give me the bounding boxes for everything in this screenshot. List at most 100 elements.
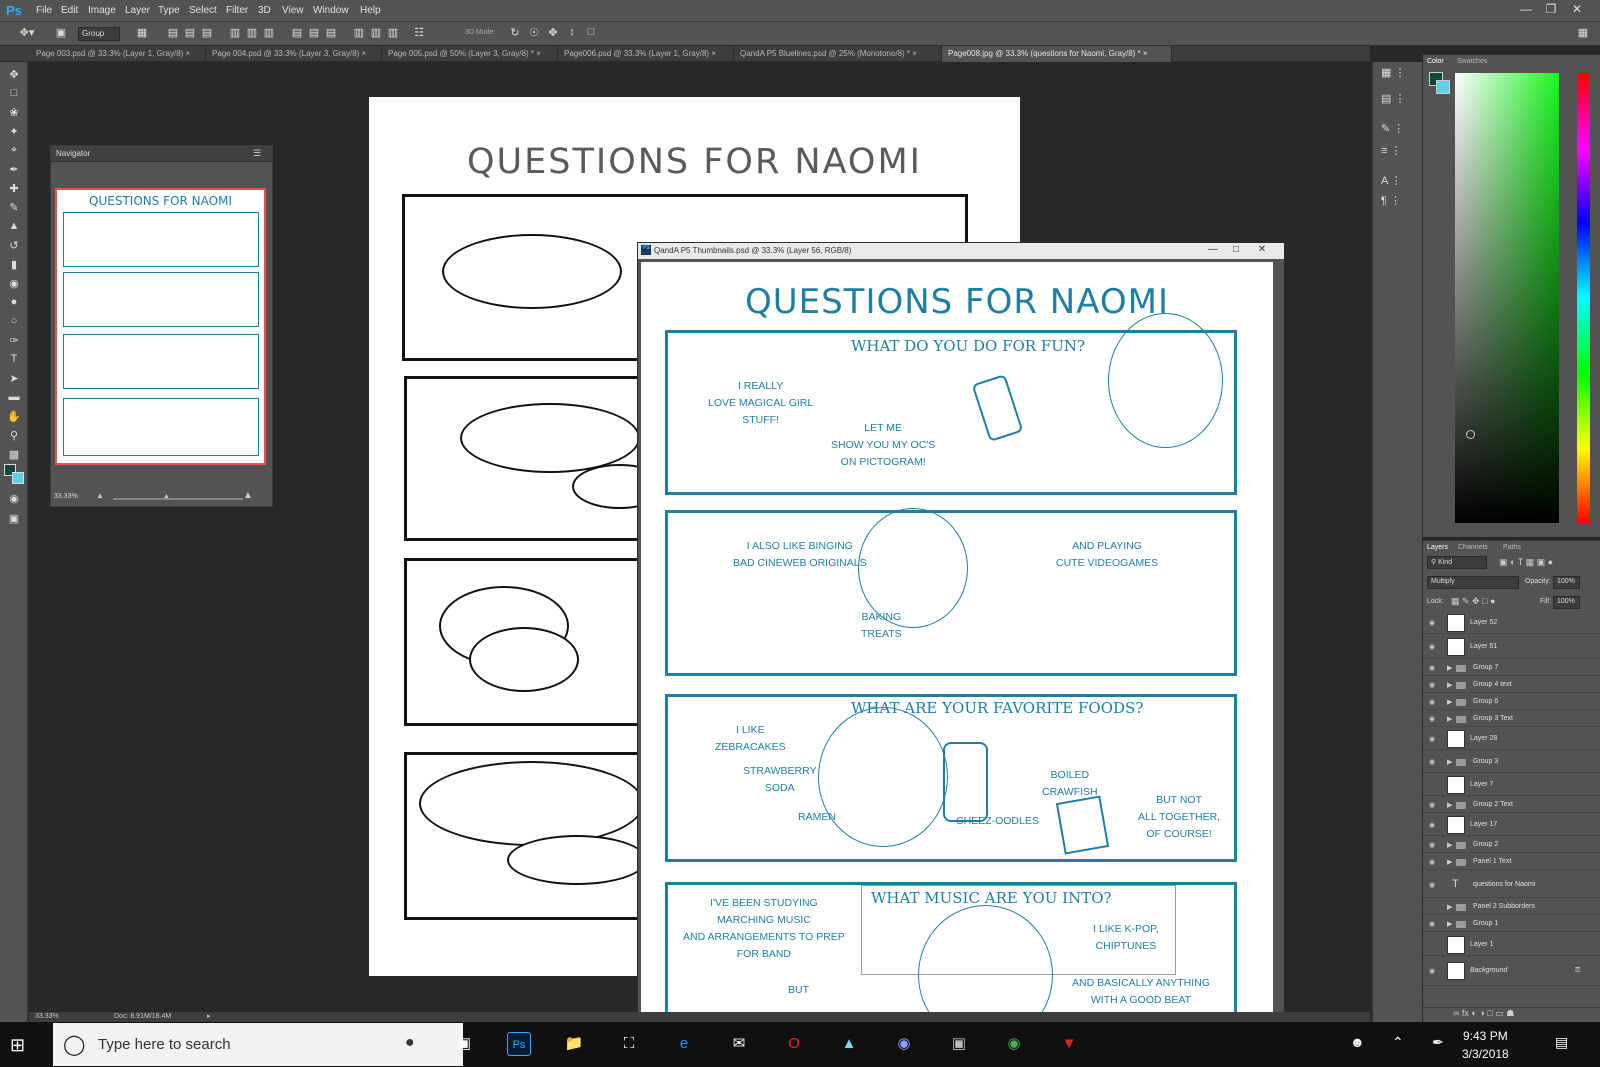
photoshop-taskbar-icon[interactable]: Ps [507, 1032, 531, 1056]
layer-row[interactable]: Layer 7 [1423, 773, 1600, 796]
status-menu-arrow-icon[interactable]: ▸ [207, 1012, 211, 1020]
character-panel-icon[interactable]: A ⋮ [1381, 174, 1415, 190]
menu-view[interactable]: View [282, 5, 304, 16]
path-selection-tool-icon[interactable]: ➤ [5, 372, 23, 388]
layer-row[interactable]: ◉ Layer 17 [1423, 813, 1600, 836]
crop-tool-icon[interactable]: ⌖ [5, 144, 23, 160]
visibility-eye-icon[interactable]: ◉ [1429, 643, 1435, 651]
expand-arrow-icon[interactable]: ▶ [1447, 698, 1452, 706]
document-window-titlebar[interactable]: Ps QandA P5 Thumbnails.psd @ 33.3% (Laye… [638, 243, 1284, 259]
magic-wand-tool-icon[interactable]: ✦ [5, 125, 23, 141]
distribute-left-icon[interactable]: ▥ [352, 26, 366, 42]
auto-select-icon[interactable]: ▣ [52, 26, 70, 42]
tab-close-icon[interactable]: × [711, 49, 716, 58]
align-top-icon[interactable]: ▤ [166, 26, 180, 42]
layer-row[interactable]: ▶ Panel 2 Subborders [1423, 898, 1600, 915]
layer-row[interactable]: ◉ Background ⚿ [1423, 956, 1600, 986]
tab-page-008[interactable]: Page008.jpg @ 33.3% (questions for Naomi… [942, 46, 1172, 62]
discord-icon[interactable]: ◉ [892, 1032, 916, 1056]
opera-icon[interactable]: O [782, 1032, 806, 1056]
visibility-eye-icon[interactable]: ◉ [1429, 698, 1435, 706]
move-tool-icon[interactable]: ✥ [5, 68, 23, 84]
3d-slide-icon[interactable]: ↕ [565, 26, 579, 42]
hue-slider[interactable] [1577, 73, 1590, 523]
3d-roll-icon[interactable]: ☉ [527, 26, 541, 42]
windows-start-icon[interactable]: ⊞ [10, 1035, 25, 1056]
expand-arrow-icon[interactable]: ▶ [1447, 758, 1452, 766]
lock-icons[interactable]: ▦ ✎ ✥ □ ● [1451, 596, 1495, 607]
expand-arrow-icon[interactable]: ▶ [1447, 681, 1452, 689]
brush-tool-icon[interactable]: ✎ [5, 201, 23, 217]
navigator-header[interactable]: Navigator ☰ [51, 146, 272, 162]
expand-arrow-icon[interactable]: ▶ [1447, 664, 1452, 672]
minimize-icon[interactable]: — [1515, 2, 1537, 18]
background-color-swatch[interactable] [12, 472, 24, 484]
expand-arrow-icon[interactable]: ▶ [1447, 920, 1452, 928]
restore-icon[interactable]: ❐ [1540, 2, 1562, 18]
properties-panel-icon[interactable]: ▤ ⋮ [1381, 92, 1415, 108]
menu-type[interactable]: Type [158, 5, 180, 16]
layer-row[interactable]: ◉ Tquestions for Naomi [1423, 871, 1600, 898]
layer-row[interactable]: ◉ ▶ Group 4 text [1423, 676, 1600, 693]
tab-qanda-bluelines[interactable]: QandA P5 Bluelines.psd @ 25% (Monotone/8… [734, 46, 942, 62]
rectangle-tool-icon[interactable]: ▬ [5, 391, 23, 407]
menu-image[interactable]: Image [88, 5, 116, 16]
visibility-eye-icon[interactable]: ◉ [1429, 664, 1435, 672]
align-middle-icon[interactable]: ▤ [183, 26, 197, 42]
align-right-icon[interactable]: ▥ [262, 26, 276, 42]
blur-tool-icon[interactable]: ● [5, 296, 23, 312]
navigator-preview[interactable]: QUESTIONS FOR NAOMI [55, 188, 266, 465]
marquee-tool-icon[interactable]: □ [5, 87, 23, 103]
doc-close-icon[interactable]: ✕ [1252, 244, 1272, 258]
distribute-bottom-icon[interactable]: ▤ [324, 26, 338, 42]
menu-window[interactable]: Window [313, 5, 349, 16]
menu-3d[interactable]: 3D [258, 5, 271, 16]
visibility-eye-icon[interactable]: ◉ [1429, 715, 1435, 723]
brush-panel-icon[interactable]: ✎ ⋮ [1381, 122, 1415, 138]
menu-filter[interactable]: Filter [226, 5, 248, 16]
pen-tool-icon[interactable]: ✑ [5, 334, 23, 350]
paragraph-panel-icon[interactable]: ¶ ⋮ [1381, 194, 1415, 210]
distribute-middle-icon[interactable]: ▤ [307, 26, 321, 42]
layer-row[interactable]: ◉ ▶ Group 7 [1423, 659, 1600, 676]
tab-channels[interactable]: Channels [1458, 544, 1488, 551]
align-center-icon[interactable]: ▥ [245, 26, 259, 42]
navigator-zoom-value[interactable]: 33.33% [54, 493, 78, 500]
eraser-tool-icon[interactable]: ▮ [5, 258, 23, 274]
menu-layer[interactable]: Layer [125, 5, 150, 16]
microphone-icon[interactable]: ● [405, 1034, 415, 1052]
tab-page-004[interactable]: Page 004.psd @ 33.3% (Layer 3, Gray/8) × [206, 46, 382, 62]
distribute-center-icon[interactable]: ▥ [369, 26, 383, 42]
zoom-tool-icon[interactable]: ⚲ [5, 429, 23, 445]
layer-row[interactable]: ◉ ▶ Group 3 [1423, 750, 1600, 773]
distribute-top-icon[interactable]: ▤ [290, 26, 304, 42]
doc-maximize-icon[interactable]: □ [1226, 244, 1246, 258]
visibility-eye-icon[interactable]: ◉ [1429, 681, 1435, 689]
tab-swatches[interactable]: Swatches [1457, 58, 1487, 65]
navigator-zoom-slider[interactable] [113, 498, 243, 500]
visibility-eye-icon[interactable]: ◉ [1429, 920, 1435, 928]
show-hidden-icons-icon[interactable]: ⌃ [1392, 1034, 1404, 1051]
expand-arrow-icon[interactable]: ▶ [1447, 903, 1452, 911]
type-tool-icon[interactable]: T [5, 353, 23, 369]
menu-select[interactable]: Select [189, 5, 217, 16]
status-zoom[interactable]: 33.33% [35, 1013, 59, 1020]
file-explorer-icon[interactable]: 📁 [562, 1032, 586, 1056]
workspace-icon[interactable]: ▦ [1576, 26, 1590, 42]
menu-help[interactable]: Help [360, 5, 381, 16]
opacity-input[interactable]: 100% [1553, 576, 1580, 589]
distribute-right-icon[interactable]: ▥ [386, 26, 400, 42]
slider-handle-icon[interactable]: ▲ [163, 493, 170, 500]
background-color-swatch[interactable] [1436, 80, 1450, 94]
layer-filter-kind[interactable]: ⚲ Kind [1427, 556, 1487, 569]
layer-row[interactable]: ◉ Layer 28 [1423, 727, 1600, 750]
layer-row[interactable]: Layer 1 [1423, 933, 1600, 956]
visibility-eye-icon[interactable]: ◉ [1429, 619, 1435, 627]
panel-menu-icon[interactable]: ☰ [253, 148, 261, 159]
layer-row[interactable]: ◉ ▶ Group 3 Text [1423, 710, 1600, 727]
align-bottom-icon[interactable]: ▤ [200, 26, 214, 42]
hand-tool-icon[interactable]: ✋ [5, 410, 23, 426]
layer-actions-bar[interactable]: ∞ fx ◐ ◑ □ ▭ ☗ [1423, 1007, 1600, 1021]
screen-mode-icon[interactable]: ▣ [5, 512, 23, 528]
transform-controls-icon[interactable]: ▦ [133, 26, 151, 42]
